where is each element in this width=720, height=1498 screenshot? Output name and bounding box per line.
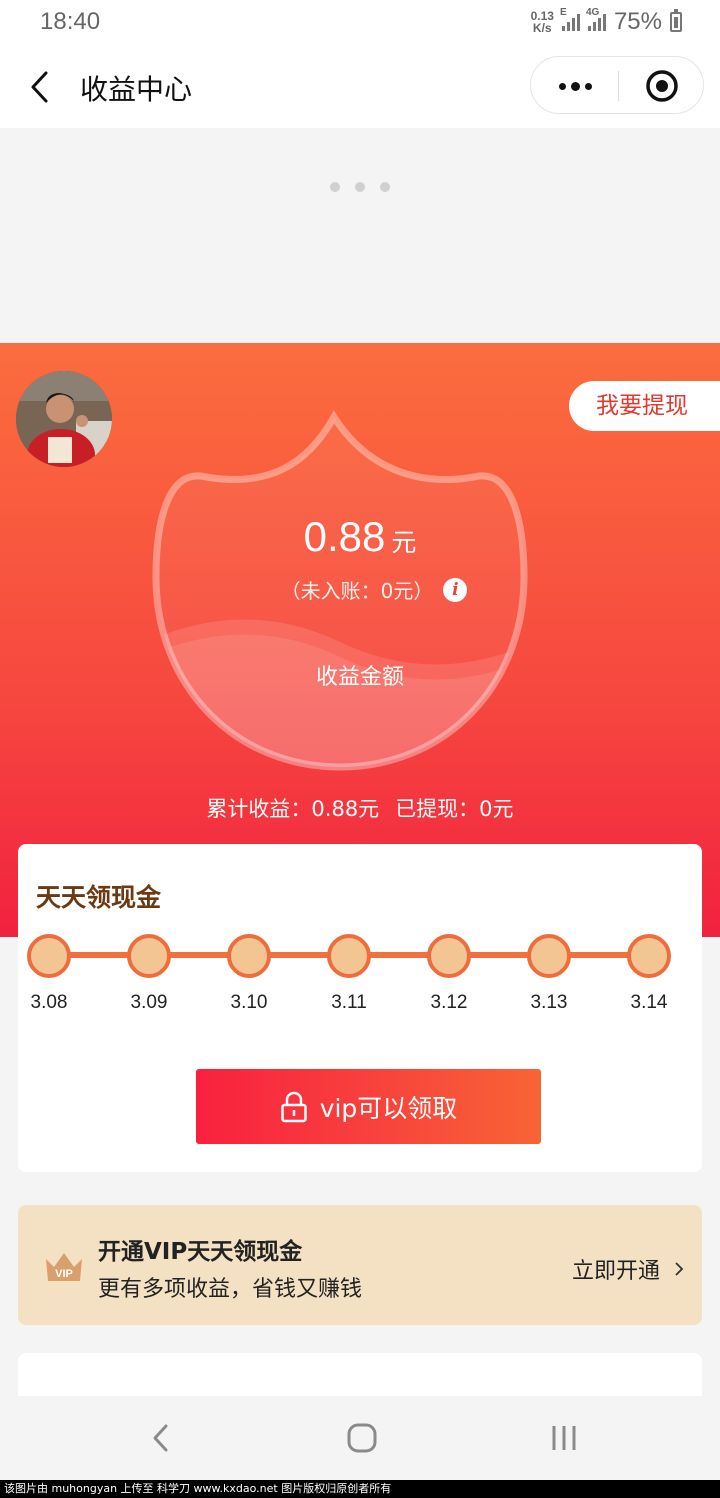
day-label: 3.14 (630, 992, 668, 1013)
signal-icon: E (560, 7, 580, 31)
status-indicators: 0.13 K/s E 4G 75% (530, 7, 682, 36)
balance-value: 0.88 (303, 513, 386, 560)
battery-icon (670, 9, 682, 32)
day-dot (127, 934, 171, 978)
vip-promo-subtitle: 更有多项收益，省钱又赚钱 (98, 1277, 363, 1302)
nav-home-icon[interactable] (344, 1420, 380, 1456)
day-dot (427, 934, 471, 978)
system-navigation-bar (0, 1396, 720, 1480)
vip-claim-button[interactable]: vip可以领取 (196, 1069, 541, 1144)
vip-badge-text: VIP (55, 1268, 73, 1280)
day-item: 3.08 (9, 934, 89, 1014)
info-icon[interactable]: i (443, 577, 468, 602)
chevron-right-icon (675, 1262, 684, 1276)
more-dots-icon[interactable] (553, 57, 597, 115)
daily-cash-card: 天天领现金 3.08 3.09 3.10 3.11 3.12 3.13 3.14… (18, 844, 702, 1172)
crown-icon: VIP (46, 1253, 82, 1281)
day-item: 3.09 (109, 934, 189, 1014)
miniprogram-capsule (530, 56, 704, 114)
day-dot (627, 934, 671, 978)
day-dot (27, 934, 71, 978)
day-dot (527, 934, 571, 978)
day-label: 3.09 (130, 992, 168, 1013)
pending-text: （未入账：0元） (280, 579, 434, 603)
day-label: 3.10 (230, 992, 268, 1013)
pending-amount: （未入账：0元） i (0, 575, 720, 604)
day-item: 3.13 (509, 934, 589, 1014)
withdraw-button[interactable]: 我要提现 (569, 381, 720, 431)
day-dot (227, 934, 271, 978)
earnings-label: 收益金额 (315, 665, 404, 690)
target-icon[interactable] (645, 69, 679, 103)
lock-icon (280, 1091, 307, 1122)
back-icon[interactable] (28, 70, 54, 104)
loading-placeholder (0, 128, 720, 343)
status-bar: 18:40 0.13 K/s E 4G 75% (0, 0, 720, 46)
vip-open-label: 立即开通 (571, 1259, 660, 1284)
day-item: 3.10 (209, 934, 289, 1014)
signal-4g-icon: 4G (586, 7, 606, 31)
nav-back-icon[interactable] (144, 1420, 180, 1456)
day-item: 3.12 (409, 934, 489, 1014)
status-time: 18:40 (40, 8, 101, 35)
battery-percent: 75% (613, 8, 662, 35)
balance-unit: 元 (391, 528, 417, 557)
avatar[interactable] (16, 371, 112, 467)
day-item: 3.11 (309, 934, 389, 1014)
app-screen: 18:40 0.13 K/s E 4G 75% 收益中心 我要提现 0.88 元… (0, 0, 720, 1498)
watermark-bar: 该图片由 muhongyan 上传至 科学刀 www.kxdao.net 图片版… (0, 1480, 720, 1498)
day-dot (327, 934, 371, 978)
nav-recents-icon[interactable] (546, 1420, 582, 1456)
vip-promo-banner[interactable]: VIP 开通VIP天天领现金 更有多项收益，省钱又赚钱 立即开通 (18, 1205, 702, 1325)
day-item: 3.14 (609, 934, 689, 1014)
day-label: 3.11 (331, 992, 367, 1013)
daily-cash-title: 天天领现金 (36, 883, 162, 912)
network-speed: 0.13 K/s (530, 9, 554, 35)
withdrawn-amount: 已提现：0元 (395, 797, 514, 821)
page-title: 收益中心 (80, 73, 193, 106)
vip-claim-label: vip可以领取 (319, 1093, 458, 1123)
vip-promo-title: 开通VIP天天领现金 (98, 1239, 303, 1265)
navigation-bar: 收益中心 (0, 46, 720, 128)
earnings-summary: 累计收益：0.88元 已提现：0元 (0, 793, 720, 823)
balance-amount: 0.88 元 (0, 513, 720, 561)
day-label: 3.12 (430, 992, 468, 1013)
capsule-divider (618, 71, 619, 101)
day-label: 3.13 (530, 992, 568, 1013)
day-label: 3.08 (30, 992, 68, 1013)
loading-dots-icon (330, 182, 390, 192)
vip-open-link[interactable]: 立即开通 (572, 1253, 684, 1285)
total-earnings: 累计收益：0.88元 (206, 797, 380, 821)
